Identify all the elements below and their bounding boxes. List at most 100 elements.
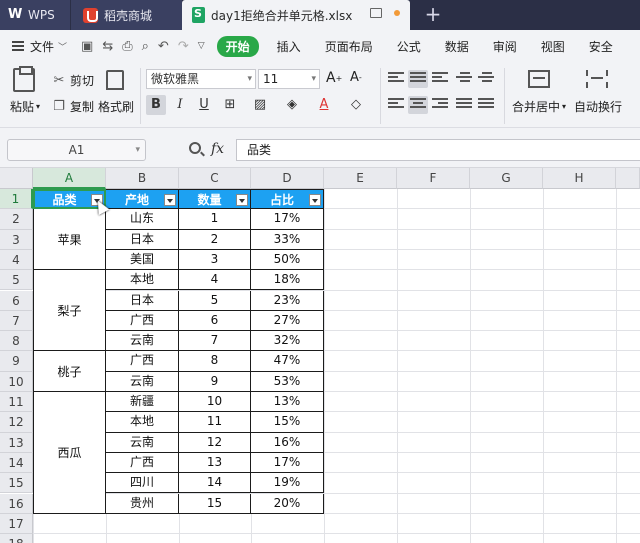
column-header[interactable]: A	[33, 168, 106, 189]
paste-icon[interactable]	[13, 66, 35, 92]
font-size-select[interactable]: 11 ▾	[258, 69, 320, 89]
column-header[interactable]: G	[470, 168, 543, 189]
table-cell[interactable]: 19%	[251, 473, 324, 494]
new-tab-plus-icon[interactable]: +	[422, 4, 444, 26]
print-preview-icon[interactable]: ⌕	[142, 39, 149, 54]
fx-icon[interactable]: fx	[211, 141, 224, 157]
column-header[interactable]: E	[324, 168, 397, 189]
filter-dropdown-icon[interactable]	[164, 194, 176, 206]
table-header-cell[interactable]: 产地	[106, 189, 179, 209]
column-header[interactable]	[616, 168, 640, 189]
table-cell[interactable]: 山东	[106, 209, 179, 230]
clear-format-icon[interactable]: ◇	[346, 95, 366, 115]
column-header[interactable]: C	[179, 168, 251, 189]
wrap-text-icon[interactable]	[586, 70, 608, 88]
row-header[interactable]: 18	[0, 534, 33, 543]
merged-category-cell[interactable]: 梨子	[33, 270, 106, 352]
table-cell[interactable]: 7	[179, 331, 251, 352]
merged-category-cell[interactable]: 苹果	[33, 209, 106, 271]
table-cell[interactable]: 47%	[251, 351, 324, 372]
align-right-icon[interactable]	[430, 96, 450, 114]
table-cell[interactable]: 9	[179, 371, 251, 392]
tab-active-document[interactable]: day1拒绝合并单元格.xlsx	[182, 0, 410, 30]
table-cell[interactable]: 广西	[106, 310, 179, 332]
tab-docer-mall[interactable]: 稻壳商城	[70, 0, 182, 30]
tab-wps-home[interactable]: W WPS	[0, 0, 70, 30]
tab-data[interactable]: 数据	[433, 38, 481, 55]
column-header[interactable]: F	[397, 168, 470, 189]
tab-formulas[interactable]: 公式	[385, 38, 433, 55]
border-icon[interactable]: ⊞	[220, 95, 240, 115]
table-cell[interactable]: 6	[179, 310, 251, 332]
align-left-icon[interactable]	[386, 96, 406, 114]
column-header[interactable]: H	[543, 168, 616, 189]
table-cell[interactable]: 15%	[251, 412, 324, 433]
table-cell[interactable]: 27%	[251, 310, 324, 332]
font-name-select[interactable]: 微软雅黑 ▾	[146, 69, 256, 89]
row-header[interactable]: 4	[0, 249, 33, 271]
merged-category-cell[interactable]: 桃子	[33, 351, 106, 392]
file-menu-button[interactable]: 文件 ﹀	[12, 38, 67, 55]
row-header[interactable]: 16	[0, 493, 33, 514]
table-cell[interactable]: 四川	[106, 473, 179, 494]
formula-input[interactable]: 品类	[236, 139, 640, 161]
align-middle-icon[interactable]	[408, 70, 428, 88]
table-cell[interactable]: 32%	[251, 331, 324, 352]
merged-category-cell[interactable]: 西瓜	[33, 392, 106, 514]
monitor-icon[interactable]	[370, 8, 382, 18]
row-header[interactable]: 3	[0, 229, 33, 250]
redo-icon[interactable]: ↷	[178, 39, 189, 54]
tab-insert[interactable]: 插入	[265, 38, 313, 55]
distributed-align-icon[interactable]	[476, 96, 496, 114]
italic-button[interactable]: I	[170, 95, 190, 115]
bold-button[interactable]: B	[146, 95, 166, 115]
table-cell[interactable]: 云南	[106, 331, 179, 352]
table-cell[interactable]: 16%	[251, 432, 324, 453]
format-painter-button[interactable]: 格式刷	[98, 98, 134, 115]
row-header[interactable]: 6	[0, 290, 33, 311]
row-header[interactable]: 14	[0, 452, 33, 474]
table-cell[interactable]: 云南	[106, 371, 179, 392]
filter-dropdown-icon[interactable]	[309, 194, 321, 206]
spreadsheet-grid[interactable]: ABCDEFGH 123456789101112131415161718 品类产…	[0, 168, 640, 543]
merge-center-icon[interactable]	[528, 70, 550, 88]
column-header[interactable]: B	[106, 168, 179, 189]
table-cell[interactable]: 云南	[106, 432, 179, 453]
fill-pattern-icon[interactable]: ▨	[250, 95, 270, 115]
tab-review[interactable]: 审阅	[481, 38, 529, 55]
table-cell[interactable]: 12	[179, 432, 251, 453]
table-cell[interactable]: 18%	[251, 270, 324, 291]
wrap-text-button[interactable]: 自动换行	[574, 98, 622, 115]
tab-start[interactable]: 开始	[216, 35, 259, 57]
print-icon[interactable]: ⎙	[122, 39, 132, 54]
name-box[interactable]: A1 ▾	[7, 139, 146, 161]
decrease-font-icon[interactable]: A-	[350, 70, 362, 85]
table-cell[interactable]: 15	[179, 493, 251, 514]
row-header[interactable]: 5	[0, 270, 33, 291]
table-cell[interactable]: 5	[179, 290, 251, 311]
table-cell[interactable]: 14	[179, 473, 251, 494]
row-header[interactable]: 13	[0, 432, 33, 453]
paste-button[interactable]: 粘贴 ▾	[10, 98, 40, 115]
save-icon[interactable]: ▣	[81, 39, 93, 54]
table-cell[interactable]: 贵州	[106, 493, 179, 514]
row-header[interactable]: 15	[0, 473, 33, 494]
select-all-corner[interactable]	[0, 168, 33, 189]
table-cell[interactable]: 23%	[251, 290, 324, 311]
underline-button[interactable]: U	[194, 95, 214, 115]
increase-indent-icon[interactable]	[476, 70, 496, 88]
table-cell[interactable]: 4	[179, 270, 251, 291]
align-center-icon[interactable]	[408, 96, 428, 114]
table-cell[interactable]: 新疆	[106, 392, 179, 413]
undo-icon[interactable]: ↶	[158, 39, 169, 54]
row-header[interactable]: 1	[0, 189, 33, 210]
copy-button[interactable]: ❐ 复制	[52, 98, 94, 115]
share-icon[interactable]: ⇆	[102, 39, 113, 54]
table-cell[interactable]: 日本	[106, 290, 179, 311]
table-cell[interactable]: 8	[179, 351, 251, 372]
table-cell[interactable]: 53%	[251, 371, 324, 392]
format-painter-icon[interactable]	[106, 70, 124, 90]
align-top-icon[interactable]	[386, 70, 406, 88]
table-cell[interactable]: 3	[179, 249, 251, 271]
row-header[interactable]: 8	[0, 331, 33, 352]
